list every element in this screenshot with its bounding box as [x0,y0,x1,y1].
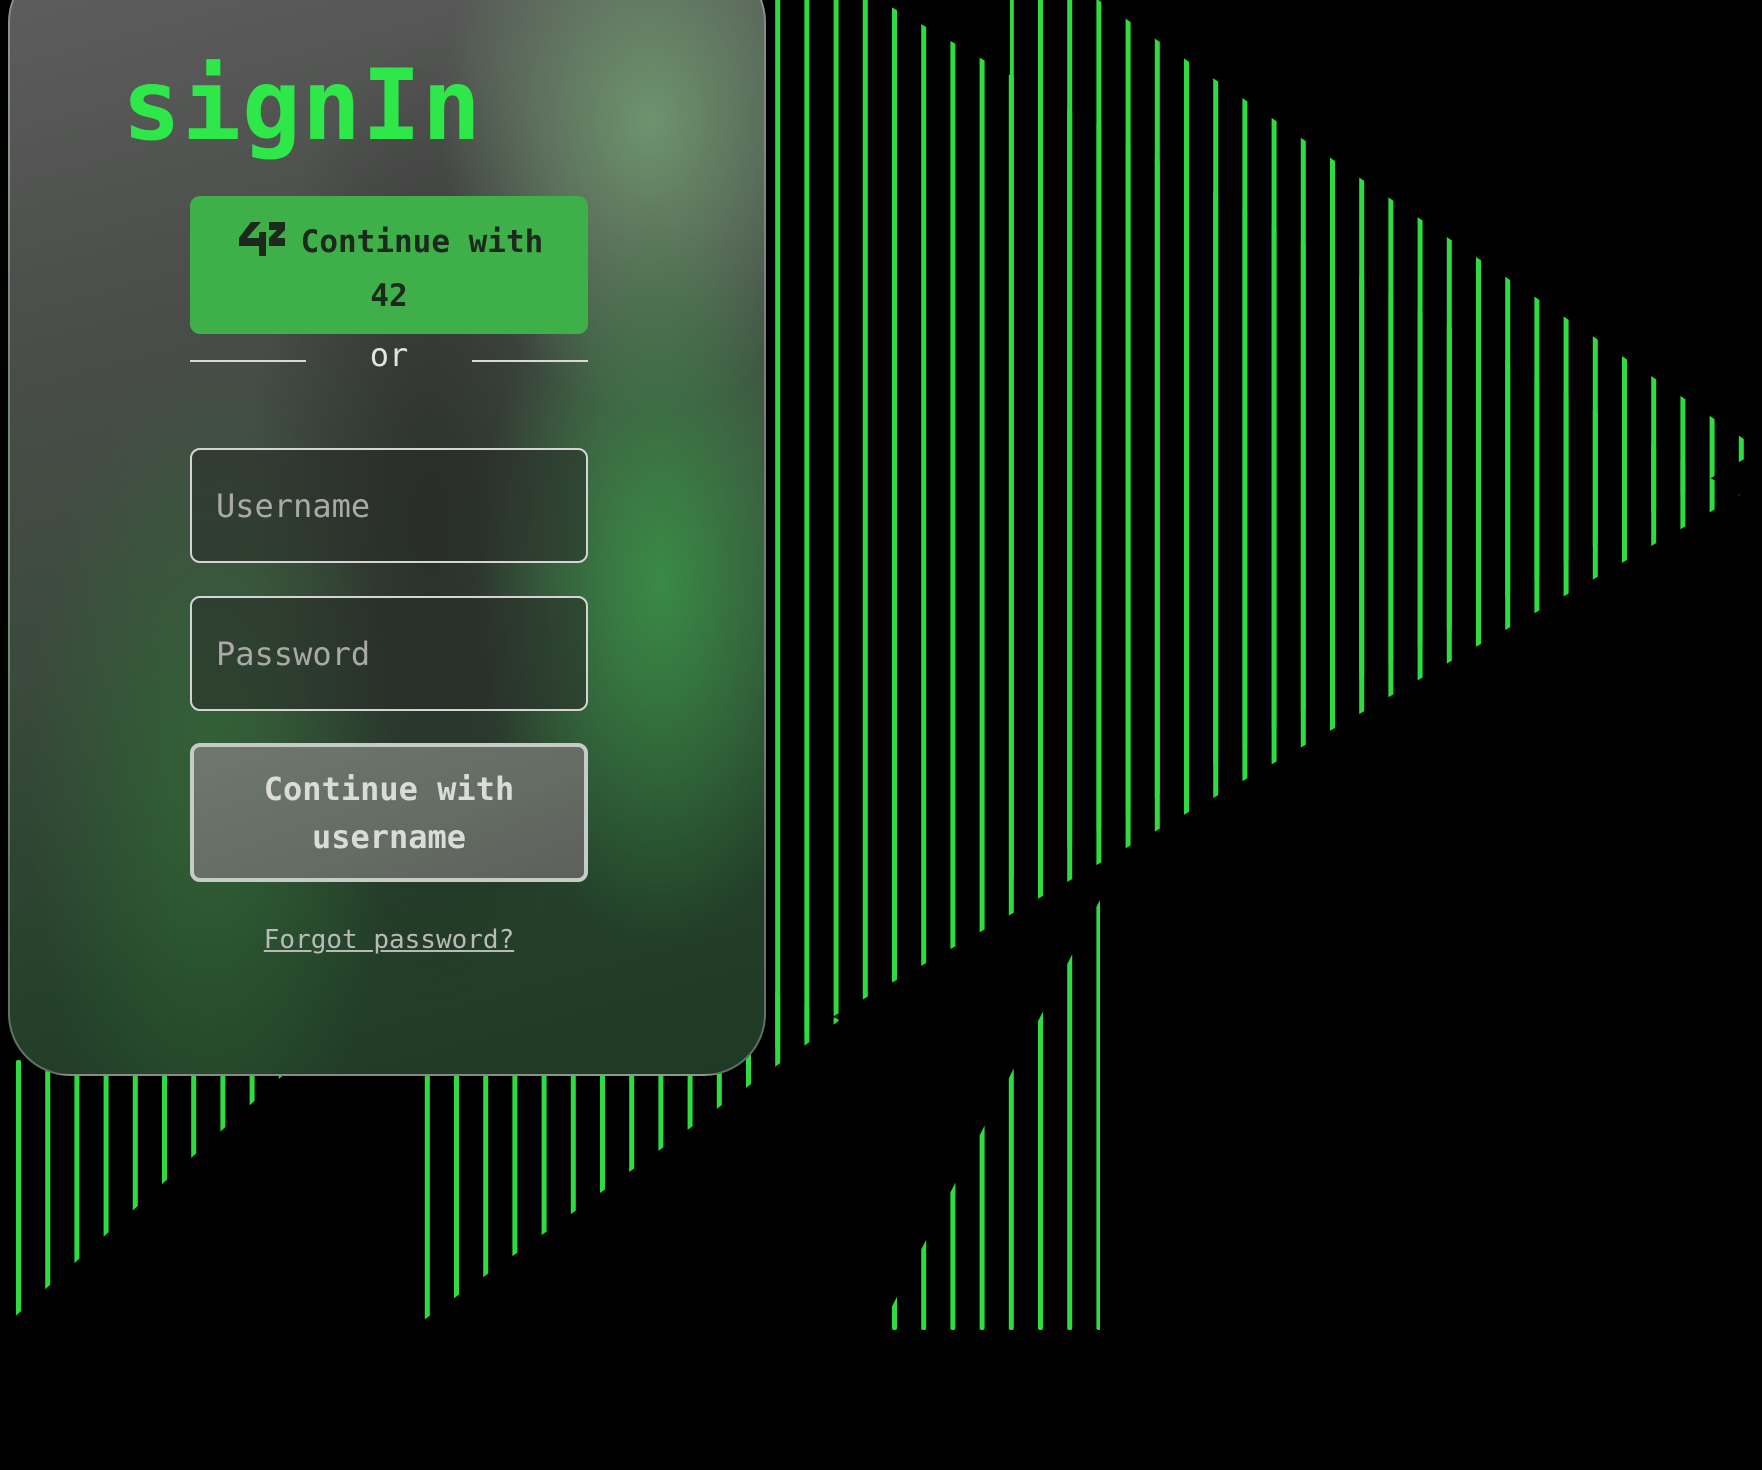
stripe [191,1060,197,1330]
stripe [103,1060,109,1330]
stripe [1154,0,1160,880]
signin-card: signIn Continue with 42 or Continue with… [8,0,766,1076]
stripe [162,1060,167,1330]
stripe [979,900,985,1330]
stripe [1680,0,1686,880]
continue-with-42-button[interactable]: Continue with 42 [190,196,588,334]
stripe [1388,0,1394,880]
stripe [833,0,839,1050]
stripe [220,1060,226,1330]
stripe [1067,900,1073,1330]
password-input[interactable] [190,596,588,711]
login-screen: signIn Continue with 42 or Continue with… [0,0,1762,1470]
stripe [892,0,897,1050]
or-divider: or [190,332,588,382]
stripe [950,0,956,1050]
stripe [1330,0,1335,880]
stripe [1622,0,1627,880]
stripe [1184,0,1189,880]
stripe [1359,0,1365,880]
stripe [132,1060,138,1330]
stripe [249,1060,255,1330]
stripe [775,0,781,1050]
stripe [1709,0,1715,880]
stripe [1213,0,1219,880]
stripe [1505,0,1511,880]
stripe [1300,0,1306,880]
stripe [1592,0,1598,880]
continue-with-username-button[interactable]: Continue with username [190,743,588,882]
stripe [1651,0,1657,1050]
stripe [1709,0,1715,1050]
stripe [921,0,927,1050]
stripe [1446,0,1452,880]
divider-label: or [369,336,409,374]
stripe [950,900,956,1330]
stripe [1096,0,1102,880]
stripe [1417,0,1423,880]
stripe [1534,0,1540,880]
stripe-group [16,1060,284,1330]
stripe-group [1010,0,1744,880]
stripe [74,1060,80,1330]
stripe [1680,0,1686,1050]
stripe [16,1060,21,1330]
42-school-logo-icon [238,222,285,256]
stripe [1038,900,1043,1330]
stripe [1096,900,1100,1330]
continue-with-42-label: Continue with 42 [300,224,544,314]
username-input[interactable] [190,448,588,563]
stripe [862,0,868,1050]
stripe [1738,0,1744,880]
stripe [278,1060,284,1330]
stripe [1563,0,1569,880]
stripe [1067,0,1073,880]
stripe [1038,0,1043,880]
stripe [1125,0,1131,880]
page-title: signIn [122,49,483,163]
divider-line-right [472,360,588,362]
stripe [1738,0,1740,1050]
stripe [979,0,985,1050]
stripe [1476,0,1481,880]
stripe [804,0,810,1050]
stripe [1008,900,1014,1330]
stripe-group [775,0,1740,1050]
stripe [45,1060,51,1330]
stripe [1651,0,1657,880]
forgot-password-link[interactable]: Forgot password? [190,925,588,955]
